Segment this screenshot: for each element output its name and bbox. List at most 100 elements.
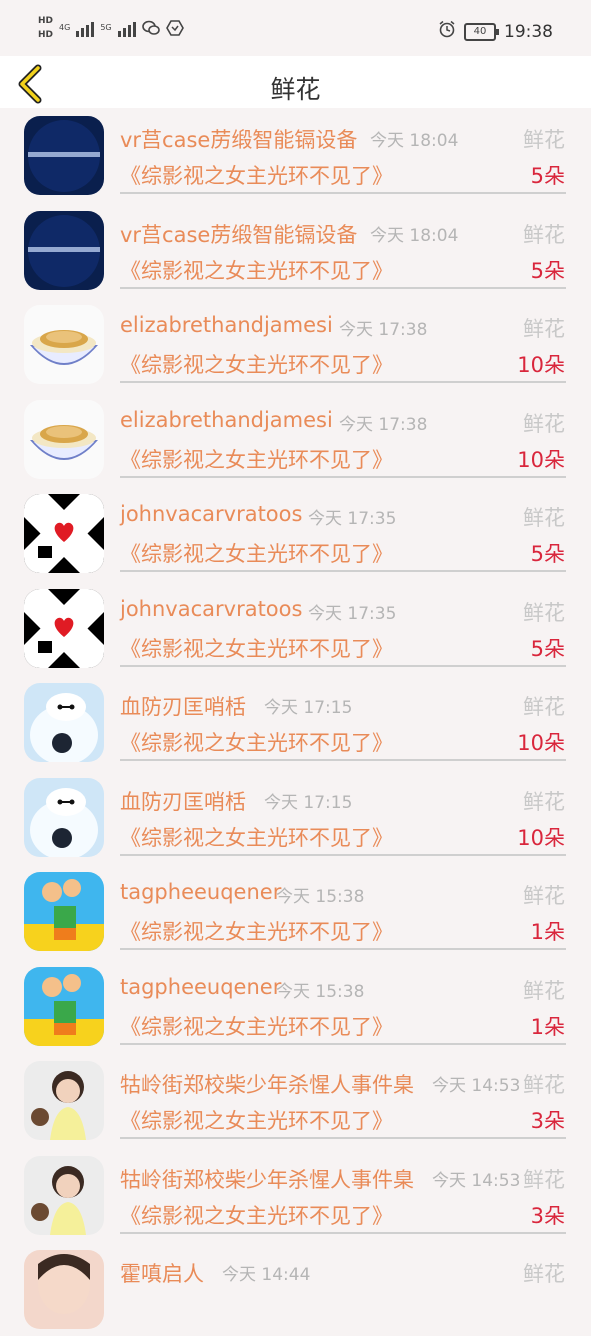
gift-type: 鲜花 [523,601,565,625]
book-title[interactable]: 《综影视之女主光环不见了》 [120,727,393,757]
face-photo-avatar[interactable] [24,1250,104,1329]
gift-type: 鲜花 [523,412,565,436]
gift-time: 今天 17:35 [308,604,397,624]
sender-name[interactable]: vr莒case苈缎智能镉设备 [120,124,357,154]
gift-type: 鲜花 [523,1168,565,1192]
gift-type: 鲜花 [523,506,565,530]
row-divider [120,948,566,950]
heart-skull-avatar[interactable] [24,494,104,573]
gift-type: 鲜花 [523,1262,565,1286]
sender-name[interactable]: vr莒case苈缎智能镉设备 [120,219,357,249]
sender-name[interactable]: johnvacarvratoos [120,502,302,526]
book-title[interactable]: 《综影视之女主光环不见了》 [120,916,393,946]
sender-name[interactable]: johnvacarvratoos [120,597,302,621]
list-item[interactable]: 牯岭街郑校柴少年杀惺人事件臬 今天 14:53 鲜花 《综影视之女主光环不见了》… [0,1053,591,1147]
flower-count: 5朵 [530,542,565,566]
food-bowl-avatar[interactable] [24,400,104,479]
book-title[interactable]: 《综影视之女主光环不见了》 [120,349,393,379]
sender-name[interactable]: elizabrethandjamesi [120,408,333,432]
list-item[interactable]: tagpheeuqener 今天 15:38 鲜花 《综影视之女主光环不见了》 … [0,959,591,1053]
gift-type: 鲜花 [523,317,565,341]
status-right: 40 19:38 [438,20,553,43]
list-item[interactable]: 血防刃匡哨栝 今天 17:15 鲜花 《综影视之女主光环不见了》 10朵 [0,675,591,769]
sender-name[interactable]: elizabrethandjamesi [120,313,333,337]
row-divider [120,287,566,289]
sender-name[interactable]: 霍嗔启人 [120,1258,204,1288]
app-notification-icon [165,19,184,37]
cartoon-kids-avatar[interactable] [24,872,104,951]
list-item[interactable]: 血防刃匡哨栝 今天 17:15 鲜花 《综影视之女主光环不见了》 10朵 [0,770,591,864]
sender-name[interactable]: 血防刃匡哨栝 [120,786,246,816]
book-title[interactable]: 《综影视之女主光环不见了》 [120,1011,393,1041]
sender-name[interactable]: 牯岭街郑校柴少年杀惺人事件臬 [120,1069,414,1099]
gift-time: 今天 17:35 [308,509,397,529]
white-robot-avatar[interactable] [24,683,104,762]
sender-name[interactable]: tagpheeuqener [120,975,281,999]
wechat-icon [141,19,160,37]
list-item[interactable]: 霍嗔启人 今天 14:44 鲜花 [0,1242,591,1336]
row-divider [120,1043,566,1045]
list-item[interactable]: vr莒case苈缎智能镉设备 今天 18:04 鲜花 《综影视之女主光环不见了》… [0,203,591,297]
gift-time: 今天 14:53 [432,1171,521,1191]
list-item[interactable]: vr莒case苈缎智能镉设备 今天 18:04 鲜花 《综影视之女主光环不见了》… [0,108,591,202]
row-divider [120,1137,566,1139]
sender-name[interactable]: 牯岭街郑校柴少年杀惺人事件臬 [120,1164,414,1194]
list-item[interactable]: elizabrethandjamesi 今天 17:38 鲜花 《综影视之女主光… [0,392,591,486]
gift-type: 鲜花 [523,1073,565,1097]
status-bar: HD HD 4G 5G 40 19:38 [0,0,591,56]
flower-count: 1朵 [530,1015,565,1039]
gift-time: 今天 17:38 [339,415,428,435]
book-title[interactable]: 《综影视之女主光环不见了》 [120,633,393,663]
flower-count: 5朵 [530,164,565,188]
row-divider [120,1232,566,1234]
sender-name[interactable]: tagpheeuqener [120,880,281,904]
list-item[interactable]: tagpheeuqener 今天 15:38 鲜花 《综影视之女主光环不见了》 … [0,864,591,958]
alarm-icon [438,20,456,43]
hd-indicators: HD HD [38,16,53,40]
white-robot-avatar[interactable] [24,778,104,857]
gift-type: 鲜花 [523,223,565,247]
list-item[interactable]: johnvacarvratoos 今天 17:35 鲜花 《综影视之女主光环不见… [0,581,591,675]
book-title[interactable]: 《综影视之女主光环不见了》 [120,1200,393,1230]
flower-count: 1朵 [530,920,565,944]
book-title[interactable]: 《综影视之女主光环不见了》 [120,822,393,852]
clock: 19:38 [504,21,553,42]
network-type-1: 4G [59,23,71,32]
book-title[interactable]: 《综影视之女主光环不见了》 [120,444,393,474]
text-banner-avatar[interactable] [24,211,104,290]
text-banner-avatar[interactable] [24,116,104,195]
food-bowl-avatar[interactable] [24,305,104,384]
child-photo-avatar[interactable] [24,1156,104,1235]
list-item[interactable]: johnvacarvratoos 今天 17:35 鲜花 《综影视之女主光环不见… [0,486,591,580]
row-divider [120,476,566,478]
battery-level: 40 [473,25,487,37]
network-type-2: 5G [100,23,112,32]
gift-type: 鲜花 [523,695,565,719]
book-title[interactable]: 《综影视之女主光环不见了》 [120,160,393,190]
gift-time: 今天 17:15 [264,793,353,813]
child-photo-avatar[interactable] [24,1061,104,1140]
book-title[interactable]: 《综影视之女主光环不见了》 [120,538,393,568]
battery-icon: 40 [464,22,499,41]
row-divider [120,854,566,856]
list-item[interactable]: 牯岭街郑校柴少年杀惺人事件臬 今天 14:53 鲜花 《综影视之女主光环不见了》… [0,1148,591,1242]
flower-count: 5朵 [530,259,565,283]
sender-name[interactable]: 血防刃匡哨栝 [120,691,246,721]
flower-count: 3朵 [530,1204,565,1228]
gift-type: 鲜花 [523,884,565,908]
book-title[interactable]: 《综影视之女主光环不见了》 [120,1105,393,1135]
gift-time: 今天 15:38 [276,982,365,1002]
hd-label-1: HD [38,16,54,26]
list-item[interactable]: elizabrethandjamesi 今天 17:38 鲜花 《综影视之女主光… [0,297,591,391]
page-title: 鲜花 [270,75,321,104]
heart-skull-avatar[interactable] [24,589,104,668]
gift-time: 今天 17:38 [339,320,428,340]
gift-time: 今天 17:15 [264,698,353,718]
gift-time: 今天 15:38 [276,887,365,907]
row-divider [120,759,566,761]
top-nav-bar: 鲜花 [0,56,591,108]
book-title[interactable]: 《综影视之女主光环不见了》 [120,255,393,285]
cartoon-kids-avatar[interactable] [24,967,104,1046]
flower-count: 5朵 [530,637,565,661]
hd-label-2: HD [38,30,54,40]
